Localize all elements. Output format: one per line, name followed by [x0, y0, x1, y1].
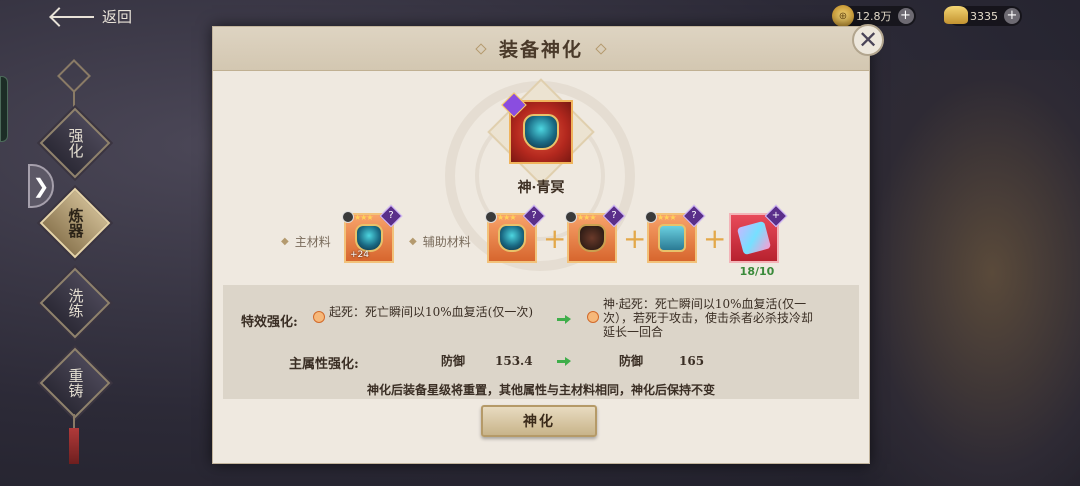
effect-before: 起死：死亡瞬间以10%血复活(仅一次) [329, 305, 534, 319]
upgrade-info-panel: 特效强化: 起死：死亡瞬间以10%血复活(仅一次) 神·起死：死亡瞬间以10%血… [223, 285, 859, 399]
attr-name-after: 防御 [619, 354, 644, 368]
info-badge-icon: ? [379, 204, 403, 228]
info-badge-icon: ? [682, 204, 706, 228]
dialog-title: 装备神化 [498, 39, 583, 61]
confirm-upgrade-button[interactable]: 神化 [481, 405, 597, 437]
crystal-icon [736, 220, 772, 256]
armor-icon [578, 224, 606, 252]
star-icons: ★★★ [354, 213, 373, 222]
aux-material-slot[interactable]: ★★★ ? [645, 204, 706, 263]
skill-icon [587, 311, 599, 323]
main-material-label: ◆ 主材料 [281, 235, 331, 249]
gold-ingot-icon [944, 6, 968, 24]
target-equipment[interactable] [501, 92, 573, 164]
crystal-count: 18/10 [739, 265, 775, 278]
plus-icon: + [623, 222, 647, 255]
sidebar-item-reforge[interactable]: 重铸 [39, 347, 111, 419]
equipment-name: 神·青冥 [517, 180, 565, 196]
add-gold-button[interactable]: + [1004, 8, 1020, 24]
aux-material-label: ◆ 辅助材料 [409, 235, 471, 249]
sidebar-item-strengthen[interactable]: 强化 [39, 107, 111, 179]
effect-after: 神·起死：死亡瞬间以10%血复活(仅一次），若死于攻击，使击杀者必杀技冷却延长一… [603, 297, 814, 339]
aux-material-slot[interactable]: ★★★ ? [565, 204, 626, 263]
material-level: +24 [350, 250, 369, 260]
info-badge-icon: + [764, 204, 788, 228]
attr-name-before: 防御 [441, 354, 466, 368]
coin-resource: ⊕ 12.8万 + [832, 5, 916, 27]
arrow-right-icon [557, 357, 571, 366]
attr-value-before: 153.4 [495, 354, 533, 368]
armor-icon [523, 114, 559, 150]
robe-icon [658, 224, 686, 252]
attr-value-after: 165 [679, 354, 705, 368]
upgrade-note: 神化后装备星级将重置，其他属性与主材料相同，神化后保持不变 [366, 383, 715, 397]
upgrade-dialog: 装备神化 神·青冥 ◆ 主材料 ★★★ ? +24 ◆ 辅助材料 ★★★ ? + ★… [212, 26, 870, 464]
skill-icon [313, 311, 325, 323]
plus-icon: + [543, 222, 567, 255]
crystal-material-slot[interactable]: + [729, 204, 788, 263]
main-material-slot[interactable]: ★★★ ? +24 [342, 204, 403, 263]
dialog-header: 装备神化 [213, 27, 869, 71]
armor-icon [498, 224, 526, 252]
coin-icon: ⊕ [832, 5, 854, 27]
back-button[interactable]: 返回 [50, 6, 132, 27]
tassel-ornament [69, 428, 79, 464]
aux-material-slot[interactable]: ★★★ ? [485, 204, 546, 263]
gold-resource: 3335 + [944, 6, 1022, 26]
background-scenery [860, 60, 1080, 486]
attr-label: 主属性强化: [289, 357, 359, 372]
close-icon[interactable]: ✕ [852, 24, 884, 56]
plus-icon: + [703, 222, 727, 255]
back-arrow-icon [50, 7, 96, 27]
armor-icon [355, 224, 383, 252]
edge-tab[interactable] [0, 76, 8, 142]
sidebar-item-reroll[interactable]: 洗练 [39, 267, 111, 339]
arrow-right-icon [557, 315, 571, 324]
sidebar-item-refine[interactable]: 炼器 [39, 187, 111, 259]
add-coin-button[interactable]: + [897, 8, 914, 24]
gold-amount: 3335 [970, 9, 998, 23]
back-label: 返回 [102, 8, 133, 26]
coin-amount: 12.8万 [856, 10, 892, 23]
effect-label: 特效强化: [241, 315, 298, 330]
